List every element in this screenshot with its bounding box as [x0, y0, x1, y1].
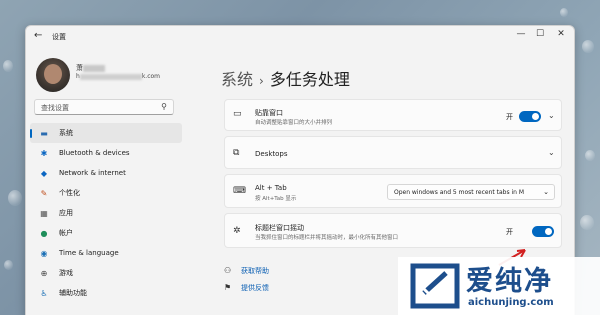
user-name: 萧 — [76, 63, 105, 73]
chevron-down-icon[interactable]: ⌄ — [548, 148, 555, 157]
sidebar-item-apps[interactable]: ▦ 应用 — [30, 203, 182, 223]
help-icon: ⚇ — [224, 266, 232, 275]
snap-layout-icon: ▭ — [233, 109, 242, 119]
sidebar-item-accounts[interactable]: ● 帐户 — [30, 223, 182, 243]
snap-toggle-label: 开 — [506, 113, 513, 121]
shake-toggle-label: 开 — [506, 228, 513, 236]
raindrop-decor — [582, 40, 594, 53]
breadcrumb: 系统 › 多任务处理 — [221, 66, 350, 90]
page-title: 多任务处理 — [269, 70, 350, 89]
title-bar-shake-title: 标题栏窗口摇动 — [255, 224, 304, 232]
back-arrow-icon[interactable]: ← — [34, 30, 42, 41]
avatar[interactable] — [36, 58, 70, 92]
raindrop-decor — [580, 215, 594, 230]
sidebar-item-personalization[interactable]: ✎ 个性化 — [30, 183, 182, 203]
alt-tab-subtitle: 按 Alt+Tab 显示 — [255, 196, 297, 202]
sidebar-item-bluetooth[interactable]: ✱ Bluetooth & devices — [30, 143, 182, 163]
app-title: 设置 — [52, 33, 66, 41]
brush-icon: ✎ — [40, 188, 48, 198]
get-help-link[interactable]: ⚇ 获取帮助 — [224, 266, 269, 276]
title-bar: ← 设置 — ☐ ✕ — [26, 26, 574, 46]
sidebar-item-time-language[interactable]: ◉ Time & language — [30, 243, 182, 263]
watermark-url: aichunjing.com — [468, 297, 554, 308]
breadcrumb-parent[interactable]: 系统 — [221, 70, 253, 89]
monitor-icon: ▬ — [40, 128, 48, 138]
chevron-down-icon: ⌄ — [543, 188, 549, 196]
raindrop-decor — [8, 190, 22, 206]
watermark-brand: 爱纯净 — [466, 266, 553, 297]
desktops-title: Desktops — [255, 150, 288, 158]
alt-tab-title: Alt + Tab — [255, 184, 287, 192]
account-icon: ● — [40, 228, 48, 238]
sidebar-item-network[interactable]: ◆ Network & internet — [30, 163, 182, 183]
watermark: 爱纯净 aichunjing.com — [398, 257, 600, 315]
maximize-button[interactable]: ☐ — [533, 29, 547, 39]
sidebar-item-system[interactable]: ▬ 系统 — [30, 123, 182, 143]
close-button[interactable]: ✕ — [554, 29, 568, 39]
sidebar-item-accessibility[interactable]: ♿ 辅助功能 — [30, 283, 182, 303]
snap-windows-subtitle: 自动调整贴靠窗口的大小并排列 — [255, 120, 333, 126]
raindrop-decor — [3, 60, 13, 72]
gamepad-icon: ⊕ — [40, 268, 48, 278]
keyboard-icon: ⌨ — [233, 186, 246, 196]
brand-logo-icon — [410, 263, 460, 309]
feedback-icon: ⚑ — [224, 283, 232, 292]
search-icon: ⚲ — [161, 102, 167, 111]
accessibility-icon: ♿ — [40, 288, 48, 298]
chevron-down-icon[interactable]: ⌄ — [548, 111, 555, 120]
sidebar-item-gaming[interactable]: ⊕ 游戏 — [30, 263, 182, 283]
raindrop-decor — [585, 150, 595, 161]
alt-tab-dropdown[interactable]: Open windows and 5 most recent tabs in M… — [387, 184, 555, 200]
snap-toggle[interactable] — [519, 111, 541, 122]
bluetooth-icon: ✱ — [40, 148, 48, 158]
snap-windows-title: 贴靠窗口 — [255, 109, 283, 117]
give-feedback-link[interactable]: ⚑ 提供反馈 — [224, 283, 269, 293]
globe-icon: ◉ — [40, 248, 48, 258]
snap-windows-card[interactable]: ▭ 贴靠窗口 自动调整贴靠窗口的大小并排列 开 ⌄ — [224, 99, 562, 131]
title-bar-shake-subtitle: 当我抓住窗口的标题栏并将其摇动时，最小化所有其他窗口 — [255, 235, 399, 241]
breadcrumb-separator: › — [259, 74, 264, 88]
sidebar-nav: ▬ 系统 ✱ Bluetooth & devices ◆ Network & i… — [26, 123, 186, 303]
desktops-icon: ⧉ — [233, 148, 240, 158]
shake-window-icon: ✲ — [233, 226, 241, 236]
raindrop-decor — [4, 260, 13, 270]
shake-toggle[interactable] — [532, 226, 554, 237]
wifi-icon: ◆ — [40, 168, 48, 178]
minimize-button[interactable]: — — [514, 29, 528, 39]
raindrop-decor — [560, 8, 568, 17]
search-input[interactable]: 查找设置 ⚲ — [34, 99, 174, 115]
alt-tab-card: ⌨ Alt + Tab 按 Alt+Tab 显示 Open windows an… — [224, 174, 562, 208]
apps-icon: ▦ — [40, 208, 48, 218]
user-email: h k.com — [76, 73, 161, 80]
desktops-card[interactable]: ⧉ Desktops ⌄ — [224, 136, 562, 169]
